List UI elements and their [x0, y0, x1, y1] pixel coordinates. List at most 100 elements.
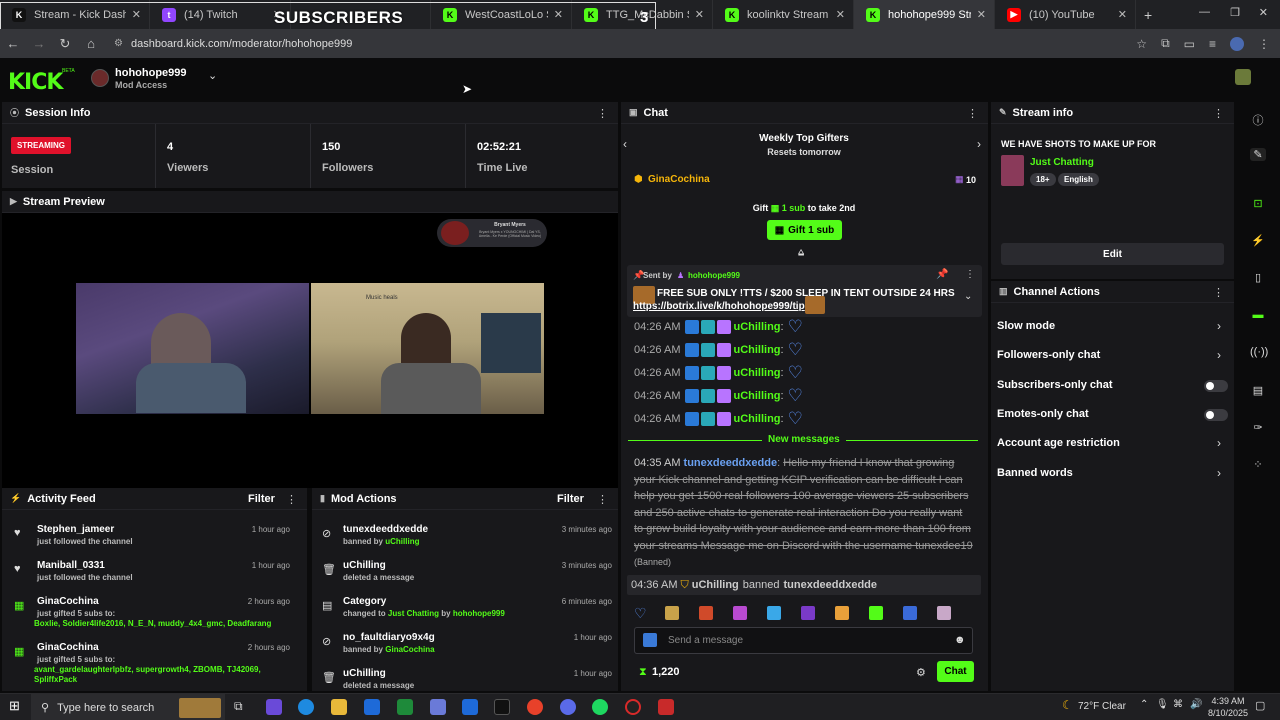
minimize-icon[interactable]: —	[1199, 6, 1210, 18]
notifications-icon[interactable]: ▢	[1255, 699, 1265, 712]
apps-icon[interactable]: ⁘	[1250, 458, 1266, 471]
home-icon[interactable]: ⌂	[78, 36, 104, 51]
user-avatar[interactable]	[1235, 69, 1251, 85]
chat-input[interactable]: Send a message ☻	[634, 627, 973, 654]
emote[interactable]	[868, 606, 883, 620]
browser-tab[interactable]: K koolinktv Stream - Watch ✕	[713, 0, 854, 29]
spotify-icon[interactable]	[592, 699, 608, 715]
close-icon[interactable]: ✕	[695, 8, 704, 21]
broadcast-icon[interactable]: ((·))	[1250, 346, 1268, 358]
url-field[interactable]: ⚙ dashboard.kick.com/moderator/hohohope9…	[114, 38, 352, 50]
discord-icon[interactable]	[560, 699, 576, 715]
kebab-menu-icon[interactable]: ⋮	[1213, 286, 1224, 299]
chevron-right-icon[interactable]: ›	[1217, 436, 1221, 450]
restore-icon[interactable]: ❐	[1230, 6, 1240, 19]
close-icon[interactable]: ✕	[977, 8, 986, 21]
site-info-icon[interactable]: ⚙	[114, 38, 123, 49]
filter-button[interactable]: Filter	[248, 493, 275, 505]
gift-sub-button[interactable]: ▦ Gift 1 sub	[767, 220, 842, 240]
edit-icon[interactable]: ✎	[1250, 148, 1266, 161]
send-chat-button[interactable]: Chat	[937, 661, 974, 682]
kick-logo[interactable]: KICK	[8, 70, 63, 95]
clock-time[interactable]: 4:39 AM	[1208, 696, 1248, 706]
tiktok-icon[interactable]	[494, 699, 510, 715]
channel-points[interactable]: 1,220	[652, 666, 680, 678]
emote[interactable]	[902, 606, 917, 620]
kebab-menu-icon[interactable]: ⋮	[1213, 107, 1224, 120]
weather-text[interactable]: 72°F Clear	[1078, 701, 1126, 712]
extensions-icon[interactable]: ⧉	[1161, 36, 1170, 51]
heart-emote-icon[interactable]: ♡	[634, 605, 647, 622]
edit-button[interactable]: Edit	[1001, 243, 1224, 265]
category-name[interactable]: Just Chatting	[1030, 157, 1094, 168]
taskbar-search[interactable]: ⚲ Type here to search	[31, 694, 225, 720]
account-age-row[interactable]: Account age restriction	[997, 437, 1120, 449]
chevron-right-icon[interactable]: ›	[1217, 319, 1221, 333]
emoji-icon[interactable]: ☻	[954, 634, 966, 646]
chevron-right-icon[interactable]: ›	[1217, 348, 1221, 362]
excel-icon[interactable]	[397, 699, 413, 715]
kebab-menu-icon[interactable]: ⋮	[597, 107, 608, 120]
teams-icon[interactable]	[430, 699, 446, 715]
wrench-icon[interactable]: ✑	[1250, 421, 1266, 434]
chevron-down-icon[interactable]: ⌄	[964, 291, 972, 302]
info-icon[interactable]: ⓘ	[1250, 112, 1266, 128]
close-icon[interactable]: ✕	[1118, 8, 1127, 21]
store-icon[interactable]	[364, 699, 380, 715]
microphone-icon[interactable]: 🎙	[1156, 699, 1169, 710]
layout-icon[interactable]: ▤	[1250, 384, 1266, 397]
emote-picker-icon[interactable]	[643, 633, 657, 647]
emote[interactable]	[834, 606, 849, 620]
task-view-icon[interactable]: ⧉	[234, 699, 243, 714]
new-tab-icon[interactable]: +	[1144, 7, 1152, 23]
banned-words-row[interactable]: Banned words	[997, 467, 1073, 479]
menu-icon[interactable]: ⋮	[1258, 37, 1270, 51]
emote[interactable]	[800, 606, 815, 620]
kebab-menu-icon[interactable]: ⋮	[965, 269, 975, 280]
pin-icon[interactable]: 📌	[936, 269, 948, 280]
copilot-icon[interactable]	[266, 699, 282, 715]
chat-icon[interactable]: ▬	[1250, 309, 1266, 321]
file-explorer-icon[interactable]	[331, 699, 347, 715]
outlook-icon[interactable]	[462, 699, 478, 715]
filter-button[interactable]: Filter	[557, 493, 584, 505]
emote[interactable]	[936, 606, 951, 620]
close-window-icon[interactable]: ✕	[1259, 6, 1268, 19]
sidebar-icon[interactable]: ▭	[1184, 37, 1195, 51]
subscribers-only-toggle[interactable]	[1204, 380, 1228, 392]
forward-icon[interactable]: →	[26, 36, 52, 51]
close-icon[interactable]: ✕	[836, 8, 845, 21]
document-icon[interactable]: ▯	[1250, 271, 1266, 284]
edge-icon[interactable]	[298, 699, 314, 715]
new-messages-label[interactable]: New messages	[762, 434, 846, 445]
settings-gear-icon[interactable]: ⚙	[916, 666, 926, 679]
browser-tab[interactable]: ▶ (10) YouTube ✕	[995, 0, 1136, 29]
back-icon[interactable]: ←	[0, 36, 26, 51]
chevron-right-icon[interactable]: ›	[977, 137, 981, 151]
top-gifter-name[interactable]: GinaCochina	[648, 174, 710, 185]
chevron-left-icon[interactable]: ‹	[623, 137, 627, 151]
emote[interactable]	[766, 606, 781, 620]
reload-icon[interactable]: ↻	[52, 36, 78, 52]
chrome-icon[interactable]	[527, 699, 543, 715]
show-hidden-icon[interactable]: ⌃	[1140, 699, 1148, 710]
emote[interactable]	[698, 606, 713, 620]
bolt-icon[interactable]: ⚡	[1250, 234, 1266, 247]
channel-name[interactable]: hohohope999	[115, 67, 187, 79]
windows-start-icon[interactable]: ⊞	[9, 698, 20, 714]
slow-mode-row[interactable]: Slow mode	[997, 320, 1055, 332]
kebab-menu-icon[interactable]: ⋮	[967, 107, 978, 120]
profile-avatar[interactable]	[1230, 36, 1244, 51]
media-icon[interactable]: ≡	[1209, 37, 1216, 51]
emote[interactable]	[664, 606, 679, 620]
collapse-icon[interactable]: ⩠	[798, 247, 804, 258]
network-icon[interactable]: ⌘	[1173, 699, 1183, 710]
browser-tab-active[interactable]: K hohohope999 Stream - Ki ✕	[854, 0, 995, 29]
emotes-only-toggle[interactable]	[1204, 409, 1228, 421]
bookmark-star-icon[interactable]: ☆	[1136, 37, 1147, 51]
avatar[interactable]	[91, 69, 109, 87]
app-icon[interactable]	[658, 699, 674, 715]
kebab-menu-icon[interactable]: ⋮	[286, 493, 297, 506]
obs-icon[interactable]	[625, 699, 641, 715]
followers-only-row[interactable]: Followers-only chat	[997, 349, 1100, 361]
